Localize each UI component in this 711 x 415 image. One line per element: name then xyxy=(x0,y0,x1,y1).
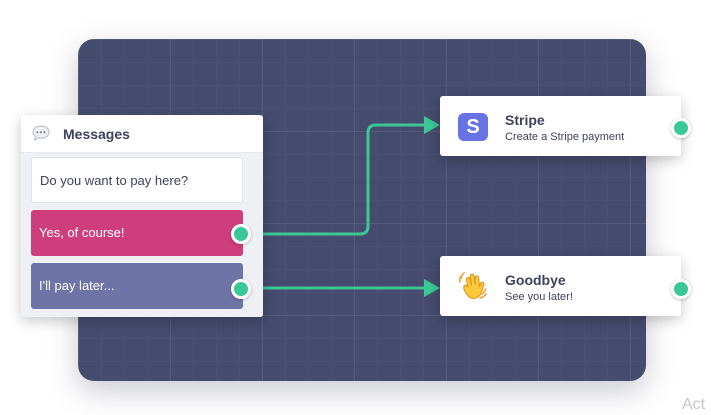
chat-bubble-icon xyxy=(32,125,50,141)
arrowhead-stripe xyxy=(424,116,440,134)
output-port-later[interactable] xyxy=(231,279,251,299)
message-option-yes[interactable]: Yes, of course! xyxy=(31,210,243,256)
arrowhead-goodbye xyxy=(424,279,440,297)
messages-list: Do you want to pay here? Yes, of course!… xyxy=(21,153,263,317)
messages-block[interactable]: Messages Do you want to pay here? Yes, o… xyxy=(21,115,263,317)
stripe-node-title: Stripe xyxy=(505,112,545,128)
stripe-node-subtitle: Create a Stripe payment xyxy=(505,131,625,143)
output-port-goodbye[interactable] xyxy=(671,279,691,299)
waving-hand-icon xyxy=(458,272,487,299)
watermark-text: Act xyxy=(682,396,706,413)
stripe-logo-icon: S xyxy=(458,113,488,141)
goodbye-node-title: Goodbye xyxy=(505,272,566,288)
stripe-node[interactable]: S Stripe Create a Stripe payment xyxy=(440,96,681,156)
output-port-stripe[interactable] xyxy=(671,118,691,138)
connector-yes-to-stripe xyxy=(256,123,424,236)
goodbye-node-subtitle: See you later! xyxy=(505,291,573,303)
goodbye-node[interactable]: Goodbye See you later! xyxy=(440,256,681,316)
message-option-later[interactable]: I'll pay later... xyxy=(31,263,243,309)
messages-title: Messages xyxy=(63,126,130,142)
output-port-yes[interactable] xyxy=(231,224,251,244)
messages-header: Messages xyxy=(21,115,263,153)
message-question[interactable]: Do you want to pay here? xyxy=(31,157,243,203)
